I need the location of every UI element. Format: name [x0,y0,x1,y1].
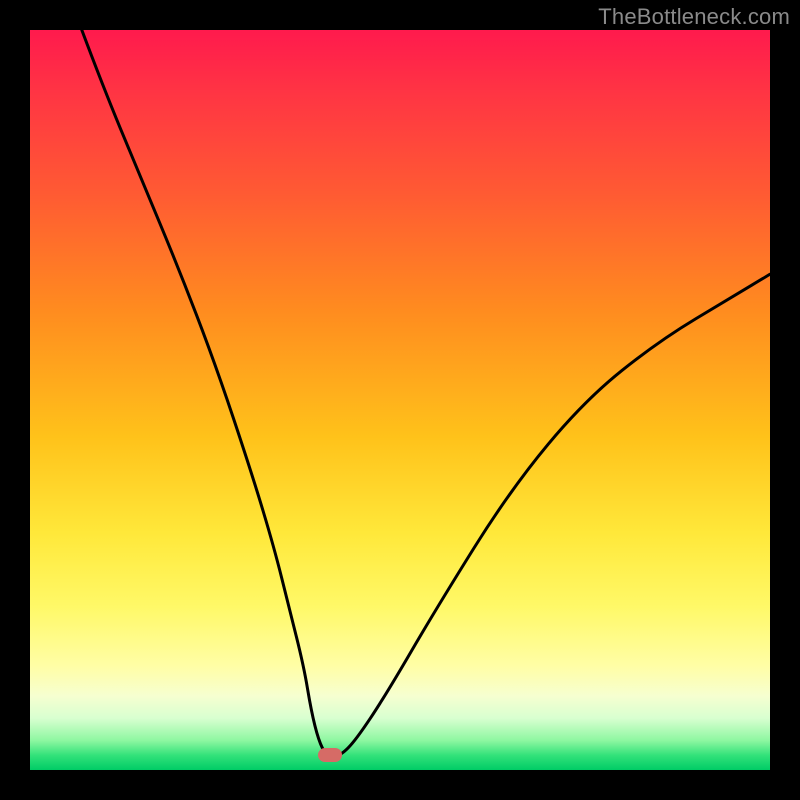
chart-frame: TheBottleneck.com [0,0,800,800]
plot-area [30,30,770,770]
bottleneck-curve [82,30,770,755]
optimal-point-marker [318,748,342,762]
watermark-text: TheBottleneck.com [598,4,790,30]
curve-svg [30,30,770,770]
